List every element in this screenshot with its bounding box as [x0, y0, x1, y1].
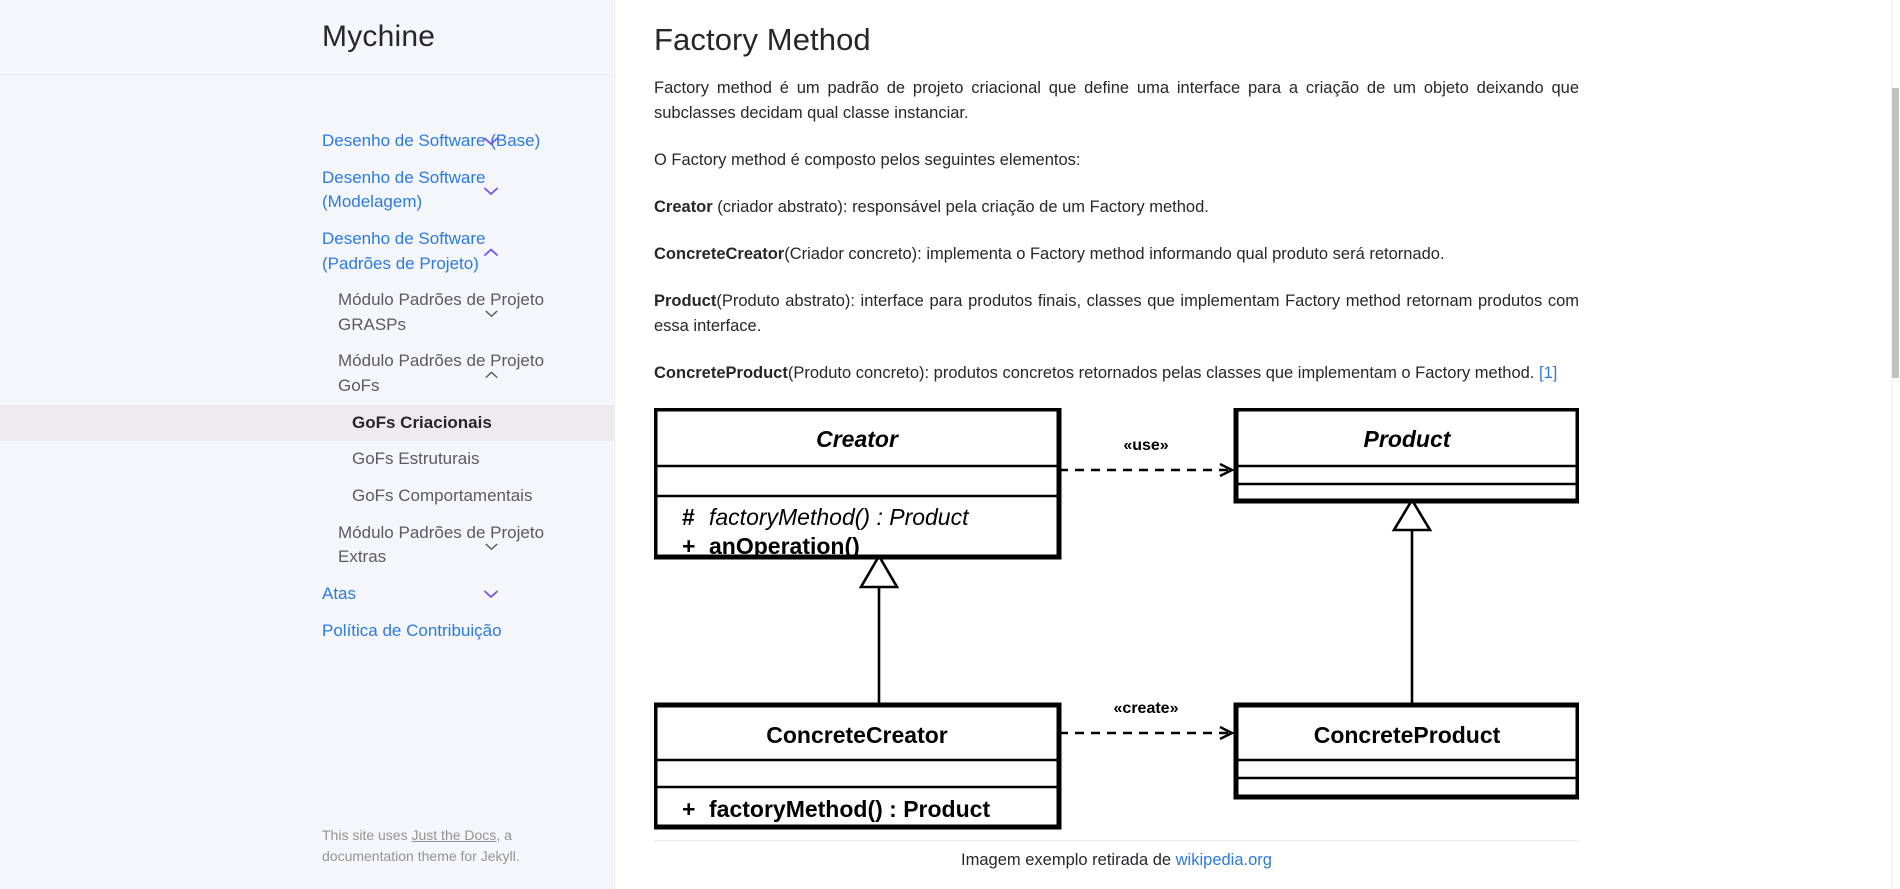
sidebar-item-politica-contribuicao[interactable]: Política de Contribuição: [0, 613, 614, 650]
uml-operation-an-operation: anOperation(): [709, 533, 860, 559]
paragraph-text: Factory method é um padrão de projeto cr…: [654, 78, 1579, 122]
page-scrollbar[interactable]: [1891, 0, 1900, 889]
chevron-down-icon[interactable]: [483, 184, 499, 200]
sidebar-item-label[interactable]: Módulo Padrões de Projeto GoFs: [0, 343, 614, 404]
uml-figure: «use» «create» Creator # factoryMethod()…: [654, 408, 1579, 870]
uml-visibility-public: +: [682, 796, 695, 822]
main-content: Factory Method Factory method é um padrã…: [615, 0, 1900, 889]
term-concrete-creator: ConcreteCreator: [654, 244, 785, 263]
uml-class-title-product: Product: [1364, 426, 1452, 452]
chevron-up-icon[interactable]: [483, 245, 499, 261]
scrollbar-thumb[interactable]: [1892, 88, 1899, 378]
site-header: Mychine: [0, 0, 614, 75]
chevron-up-icon[interactable]: [483, 367, 499, 383]
chevron-down-icon[interactable]: [483, 539, 499, 555]
sidebar-item-desenho-base[interactable]: Desenho de Software (Base): [0, 123, 614, 160]
sidebar-item-label[interactable]: Módulo Padrões de Projeto GRASPs: [0, 282, 614, 343]
stereotype-create-label: «create»: [1114, 700, 1179, 717]
paragraph-creator: Creator (criador abstrato): responsável …: [654, 195, 1579, 220]
just-the-docs-link[interactable]: Just the Docs: [411, 827, 496, 843]
relation-generalization-creator: [858, 553, 900, 704]
sidebar-item-label[interactable]: GoFs Comportamentais: [0, 478, 614, 515]
sidebar-nav: Desenho de Software (Base) Desenho de So…: [0, 75, 614, 649]
footnote-reference-1[interactable]: [1]: [1539, 364, 1557, 382]
stereotype-use-label: «use»: [1123, 437, 1168, 454]
sidebar-item-desenho-modelagem[interactable]: Desenho de Software (Modelagem): [0, 160, 614, 221]
sidebar-item-modulo-gofs[interactable]: Módulo Padrões de Projeto GoFs: [0, 343, 614, 404]
paragraph-text: (Criador concreto): implementa o Factory…: [784, 244, 1445, 263]
term-creator: Creator: [654, 197, 713, 216]
sidebar-item-label[interactable]: Módulo Padrões de Projeto Extras: [0, 515, 614, 576]
sidebar-item-atas[interactable]: Atas: [0, 576, 614, 613]
paragraph-concrete-product: ConcreteProduct(Produto concreto): produ…: [654, 361, 1579, 386]
sidebar-item-gofs-criacionais[interactable]: GoFs Criacionais: [0, 404, 614, 442]
uml-class-title-concrete-creator: ConcreteCreator: [766, 722, 948, 748]
uml-visibility-protected: #: [682, 504, 695, 530]
site-title: Mychine: [322, 20, 436, 53]
chevron-down-icon[interactable]: [483, 306, 499, 322]
term-product: Product: [654, 292, 717, 311]
sidebar: Mychine Desenho de Software (Base) Desen…: [0, 0, 615, 889]
paragraph-product: Product(Produto abstrato): interface par…: [654, 289, 1579, 339]
uml-class-product: Product: [1233, 408, 1579, 504]
sidebar-item-label[interactable]: GoFs Criacionais: [0, 404, 614, 442]
sidebar-item-label[interactable]: Política de Contribuição: [0, 613, 614, 650]
uml-class-title-concrete-product: ConcreteProduct: [1314, 722, 1501, 748]
uml-class-title-creator: Creator: [816, 426, 899, 452]
paragraph-concrete-creator: ConcreteCreator(Criador concreto): imple…: [654, 242, 1579, 267]
sidebar-item-label[interactable]: GoFs Estruturais: [0, 441, 614, 478]
uml-operation-factory-method: factoryMethod() : Product: [709, 504, 970, 530]
paragraph-intro: Factory method é um padrão de projeto cr…: [654, 76, 1579, 126]
sidebar-item-modulo-grasps[interactable]: Módulo Padrões de Projeto GRASPs: [0, 282, 614, 343]
wikipedia-link[interactable]: wikipedia.org: [1176, 851, 1272, 869]
uml-class-creator: Creator # factoryMethod() : Product + an…: [654, 408, 1062, 560]
relation-generalization-product: [1391, 497, 1433, 704]
figure-caption: Imagem exemplo retirada de wikipedia.org: [654, 840, 1579, 870]
uml-visibility-public: +: [682, 533, 695, 559]
sidebar-item-label[interactable]: Desenho de Software (Padrões de Projeto): [0, 221, 614, 282]
chevron-down-icon[interactable]: [483, 586, 499, 602]
uml-diagram: «use» «create» Creator # factoryMethod()…: [654, 408, 1579, 838]
caption-prefix: Imagem exemplo retirada de: [961, 851, 1176, 870]
sidebar-item-desenho-padroes[interactable]: Desenho de Software (Padrões de Projeto): [0, 221, 614, 282]
paragraph-text: O Factory method é composto pelos seguin…: [654, 150, 1081, 169]
uml-class-concrete-product: ConcreteProduct: [1233, 702, 1579, 800]
chevron-down-icon[interactable]: [483, 133, 499, 149]
paragraph-elements-lead: O Factory method é composto pelos seguin…: [654, 148, 1579, 173]
sidebar-item-label[interactable]: Desenho de Software (Modelagem): [0, 160, 614, 221]
sidebar-item-label[interactable]: Atas: [0, 576, 614, 613]
paragraph-text: (Produto concreto): produtos concretos r…: [787, 364, 1539, 383]
page-root: Mychine Desenho de Software (Base) Desen…: [0, 0, 1900, 889]
paragraph-text: (criador abstrato): responsável pela cri…: [712, 197, 1209, 216]
paragraph-text: (Produto abstrato): interface para produ…: [654, 292, 1579, 336]
sidebar-item-gofs-comportamentais[interactable]: GoFs Comportamentais: [0, 478, 614, 515]
sidebar-item-label[interactable]: Desenho de Software (Base): [0, 123, 614, 160]
sidebar-footer: This site uses Just the Docs, a document…: [0, 825, 614, 867]
sidebar-item-gofs-estruturais[interactable]: GoFs Estruturais: [0, 441, 614, 478]
uml-class-concrete-creator: ConcreteCreator + factoryMethod() : Prod…: [654, 702, 1062, 830]
sidebar-item-modulo-extras[interactable]: Módulo Padrões de Projeto Extras: [0, 515, 614, 576]
uml-operation-factory-method-concrete: factoryMethod() : Product: [709, 796, 990, 822]
term-concrete-product: ConcreteProduct: [654, 364, 788, 383]
footer-prefix: This site uses: [322, 827, 412, 843]
page-title: Factory Method: [654, 22, 871, 57]
